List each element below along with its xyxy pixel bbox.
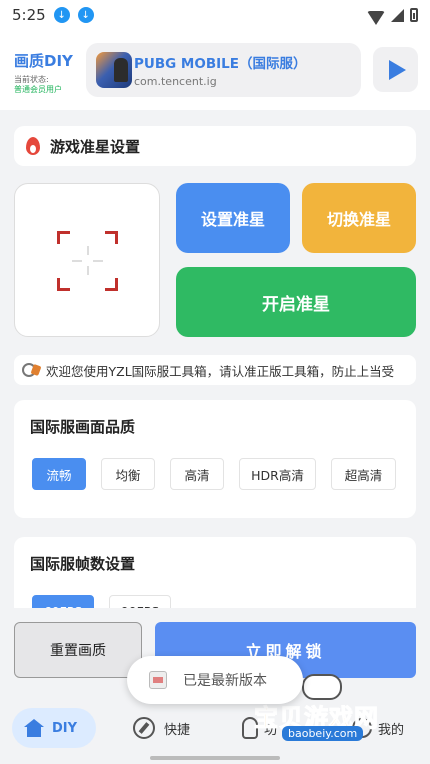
toast: 已是最新版本 — [127, 656, 303, 704]
quality-title: 国际服画面品质 — [30, 418, 136, 436]
quality-option-hdr[interactable]: HDR高清 — [239, 458, 316, 490]
crosshair-corner — [105, 231, 118, 244]
gamepad-icon — [302, 674, 342, 700]
announcement-icon — [20, 361, 42, 379]
quality-options: 流畅 均衡 高清 HDR高清 超高清 — [32, 458, 396, 490]
notice-marquee: 欢迎您使用YZL国际服工具箱，请认准正版工具箱，防止上当受 — [14, 355, 416, 385]
crosshair-line — [93, 260, 103, 262]
launch-game-button[interactable] — [373, 47, 418, 92]
member-status: 普通会员用户 — [14, 85, 62, 94]
download-icon: ↓ — [77, 7, 94, 23]
game-name: PUBG MOBILE（国际服） — [134, 56, 307, 72]
crosshair-line — [72, 260, 82, 262]
crosshair-line — [87, 266, 89, 275]
signal-icon — [391, 8, 404, 22]
quality-option-ultra[interactable]: 超高清 — [331, 458, 396, 490]
flame-icon — [26, 137, 40, 155]
reset-quality-button[interactable]: 重置画质 — [14, 622, 142, 678]
game-info: PUBG MOBILE（国际服） com.tencent.ig — [134, 52, 306, 88]
crosshair-corner — [57, 278, 70, 291]
battery-icon — [410, 8, 418, 22]
compass-icon — [133, 717, 155, 739]
nav-item-quick[interactable]: 快捷 — [133, 708, 190, 748]
fps-card: 国际服帧数设置 60FPS 90FPS — [14, 537, 416, 617]
status-indicators — [367, 8, 418, 25]
nav-label: DIY — [52, 720, 78, 736]
app-icon — [149, 671, 167, 689]
quality-option-balanced[interactable]: 均衡 — [101, 458, 155, 490]
toast-text: 已是最新版本 — [183, 673, 267, 689]
app-header: 画质DIY 当前状态: 普通会员用户 PUBG MOBILE（国际服） com.… — [0, 30, 430, 110]
set-crosshair-button[interactable]: 设置准星 — [176, 183, 290, 253]
notice-text: 欢迎您使用YZL国际服工具箱，请认准正版工具箱，防止上当受 — [46, 363, 395, 379]
nav-item-diy[interactable]: DIY — [12, 708, 96, 748]
wifi-icon — [367, 11, 385, 25]
status-time: 5:25 — [12, 6, 46, 24]
game-icon — [96, 52, 132, 88]
crosshair-preview — [14, 183, 160, 337]
crosshair-corner — [57, 231, 70, 244]
fps-title: 国际服帧数设置 — [30, 555, 136, 573]
quality-option-smooth[interactable]: 流畅 — [32, 458, 86, 490]
crosshair-corner — [105, 278, 118, 291]
crosshair-line — [87, 246, 89, 255]
status-bar: 5:25 ↓ ↓ — [0, 0, 430, 30]
watermark-url: baobeiy.com — [282, 726, 364, 741]
game-selector[interactable]: PUBG MOBILE（国际服） com.tencent.ig — [86, 43, 361, 97]
quality-card: 国际服画面品质 流畅 均衡 高清 HDR高清 超高清 — [14, 400, 416, 518]
home-icon — [24, 719, 44, 737]
quality-option-hd[interactable]: 高清 — [170, 458, 224, 490]
crosshair-section-header: 游戏准星设置 — [14, 126, 416, 166]
download-icon: ↓ — [53, 7, 70, 23]
switch-crosshair-button[interactable]: 切换准星 — [302, 183, 416, 253]
app-title: 画质DIY — [14, 52, 73, 70]
play-icon — [389, 59, 406, 80]
status-label: 当前状态: — [14, 75, 49, 84]
section-title: 游戏准星设置 — [50, 137, 141, 156]
game-package: com.tencent.ig — [134, 75, 217, 88]
home-indicator[interactable] — [150, 756, 280, 760]
enable-crosshair-button[interactable]: 开启准星 — [176, 267, 416, 337]
nav-label: 快捷 — [164, 722, 191, 738]
brand: 画质DIY 当前状态: 普通会员用户 — [14, 50, 73, 95]
